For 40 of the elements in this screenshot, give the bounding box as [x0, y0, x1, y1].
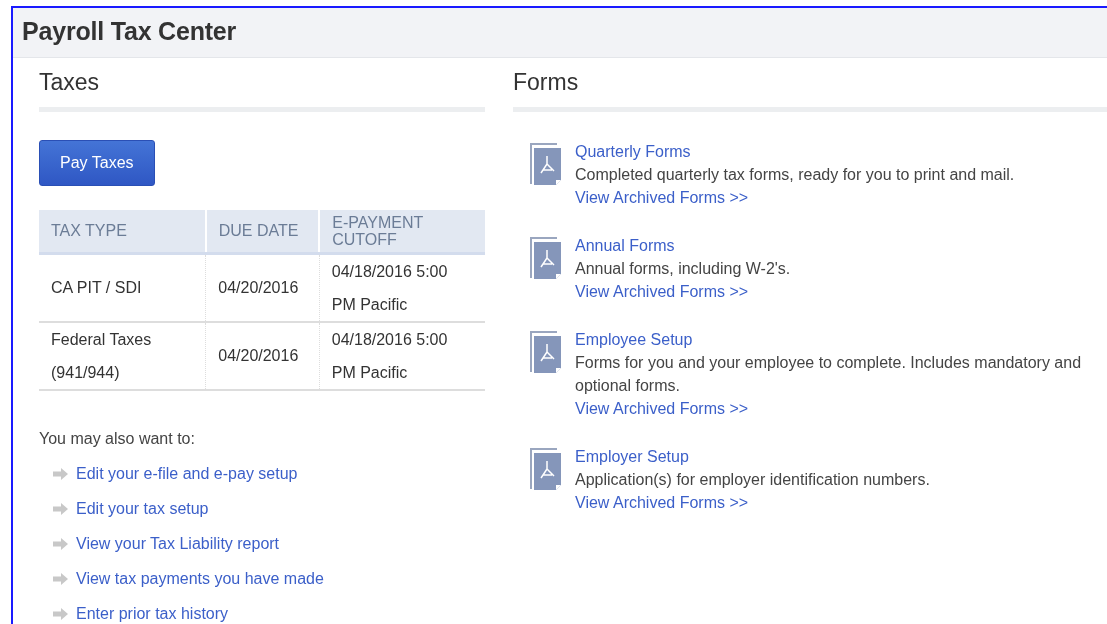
arrow-icon — [53, 467, 68, 480]
arrow-icon — [53, 502, 68, 515]
table-cell: Federal Taxes (941/944) — [39, 321, 206, 390]
pdf-document-icon — [529, 330, 563, 376]
form-link[interactable]: Quarterly Forms — [575, 140, 691, 163]
table-cell: 04/18/2016 5:00 PM Pacific — [319, 253, 485, 322]
pdf-document-icon — [529, 447, 563, 493]
pay-taxes-button[interactable]: Pay Taxes — [39, 140, 155, 186]
section-heading: Forms — [513, 68, 580, 97]
link[interactable]: View tax payments you have made — [76, 568, 324, 589]
section-label: You may also want to: — [39, 428, 196, 449]
link[interactable]: Edit your tax setup — [76, 498, 209, 519]
column-header: E-PAYMENT CUTOFF — [319, 210, 485, 253]
pdf-document-icon — [529, 236, 563, 282]
form-link[interactable]: Annual Forms — [575, 234, 675, 257]
form-description: Application(s) for employer identification numbers. — [575, 470, 930, 490]
archive-link[interactable]: View Archived Forms >> — [575, 397, 749, 420]
link[interactable]: View your Tax Liability report — [76, 533, 280, 554]
arrow-icon — [53, 607, 68, 620]
page-title: Payroll Tax Center — [22, 16, 238, 46]
link[interactable]: Enter prior tax history — [76, 603, 229, 624]
form-link[interactable]: Employee Setup — [575, 328, 693, 351]
archive-link[interactable]: View Archived Forms >> — [575, 280, 749, 303]
form-description: Annual forms, including W-2's. — [575, 259, 791, 279]
table-cell: 04/20/2016 — [205, 321, 320, 390]
form-link[interactable]: Employer Setup — [575, 445, 689, 468]
table-cell: 04/20/2016 — [205, 253, 320, 322]
archive-link[interactable]: View Archived Forms >> — [575, 491, 749, 514]
archive-link[interactable]: View Archived Forms >> — [575, 186, 749, 209]
form-description: Completed quarterly tax forms, ready for you to print and mail. — [575, 165, 1015, 185]
form-description: Forms for you and your employee to complete. Includes mandatory and optional forms. — [575, 353, 1083, 396]
column-header: TAX TYPE — [39, 210, 206, 253]
section-heading: Taxes — [39, 68, 101, 97]
table-cell: CA PIT / SDI — [39, 253, 206, 322]
column-header: DUE DATE — [205, 210, 320, 253]
arrow-icon — [53, 572, 68, 585]
table-cell: 04/18/2016 5:00 PM Pacific — [319, 321, 485, 390]
arrow-icon — [53, 537, 68, 550]
pdf-document-icon — [529, 142, 563, 188]
link[interactable]: Edit your e-file and e-pay setup — [76, 463, 298, 484]
